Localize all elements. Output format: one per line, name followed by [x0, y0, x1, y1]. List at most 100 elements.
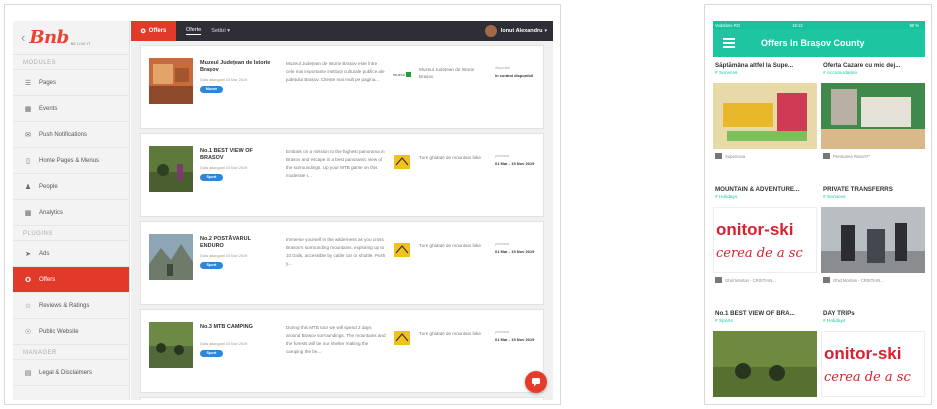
tile-title: DAY TRIPs: [823, 310, 855, 317]
chevron-down-icon: ▾: [227, 28, 230, 34]
status-bar: Vodafone RO 19:13 90 %: [713, 21, 925, 29]
mail-icon: ✉: [25, 131, 31, 139]
offer-tile[interactable]: PRIVATE TRANSFERRS # Services Ghid Monta…: [821, 181, 925, 293]
offer-thumbnail: [149, 322, 193, 368]
logo[interactable]: Bnb: [29, 27, 69, 48]
owner-avatar: [823, 277, 830, 283]
tile-category: # Sports: [715, 319, 733, 324]
menu-icon[interactable]: [723, 36, 735, 51]
tab-oferte[interactable]: Oferte: [186, 27, 202, 35]
period-value: 01 Mar - 15 Nov 2019: [495, 337, 535, 342]
owner-avatar: [715, 277, 722, 283]
tab-setari[interactable]: Setări ▾: [211, 28, 230, 34]
tag-icon: ✪: [25, 276, 31, 284]
period-value: 01 Mar - 15 Nov 2019: [495, 161, 535, 166]
offer-date: Data adaugarii 03 Nov 2019: [200, 166, 248, 170]
list-icon: ☰: [24, 79, 32, 87]
tile-category: # Services: [823, 195, 846, 200]
offer-thumbnail: [149, 146, 193, 192]
page-title: Offers In Brașov County: [761, 38, 865, 48]
offer-card[interactable]: [140, 397, 544, 400]
offer-card[interactable]: Muzeul Județean de Istorie Brașov Data a…: [140, 45, 544, 129]
offer-title[interactable]: No.3 MTB CAMPING: [200, 324, 275, 331]
sidebar-item-ads[interactable]: ➤ Ads: [13, 241, 129, 267]
chart-icon: ▩: [24, 209, 32, 217]
offer-tile[interactable]: Oferta Cazare cu mic dej... # Accomodati…: [821, 57, 925, 169]
sidebar-item-pages[interactable]: ☰ Pages: [13, 70, 129, 96]
sidebar: ‹ Bnb BE LIVE IT MODULES ☰ Pages ▦ Events …: [13, 21, 130, 400]
offer-card[interactable]: No.2 POSTĂVARUL ENDURO Data adaugarii 03…: [140, 221, 544, 305]
user-name: Ionut Alexandru: [500, 28, 543, 34]
sidebar-item-events[interactable]: ▦ Events: [13, 96, 129, 122]
carrier: Vodafone RO: [715, 22, 741, 28]
tile-title: PRIVATE TRANSFERRS: [823, 186, 893, 193]
sidebar-item-reviews[interactable]: ☆ Reviews & Ratings: [13, 293, 129, 319]
calendar-icon: ▦: [24, 105, 32, 113]
partner-logo: [391, 154, 413, 170]
sidebar-item-push-notifications[interactable]: ✉ Push Notifications: [13, 122, 129, 148]
review-icon: ☆: [24, 302, 32, 310]
mobile-screenshot: Vodafone RO 19:13 90 % Offers In Brașov …: [704, 4, 932, 405]
banner-text: onitor-ski: [716, 220, 794, 239]
sidebar-item-legal[interactable]: ▤ Legal & Disclaimers: [13, 360, 129, 386]
offer-tag: Muzee: [200, 86, 223, 93]
offers-grid: Săptămâna altfel la Supe... # Services S…: [713, 57, 925, 404]
logo-row: ‹ Bnb BE LIVE IT: [13, 21, 129, 55]
offer-tile[interactable]: No.1 BEST VIEW OF BRA... # Sports: [713, 305, 817, 404]
avatar: [484, 25, 497, 37]
tile-category: # Accomodation: [823, 71, 858, 76]
tile-category: # Services: [715, 71, 738, 76]
banner-text: cerea de a sc: [716, 246, 803, 261]
offers-list: Muzeul Județean de Istorie Brașov Data a…: [131, 41, 553, 400]
sidebar-item-analytics[interactable]: ▩ Analytics: [13, 200, 129, 226]
offer-tile[interactable]: MOUNTAIN & ADVENTURE... # Holidays onito…: [713, 181, 817, 293]
offer-card[interactable]: No.1 BEST VIEW OF BRASOV Data adaugarii …: [140, 133, 544, 217]
top-bar: ✪ Offers Oferte Setări ▾ Ionut Alexandru …: [131, 21, 553, 41]
offer-thumbnail: [149, 58, 193, 104]
offer-thumbnail: [149, 234, 193, 280]
sidebar-item-public-website[interactable]: ☉ Public Website: [13, 319, 129, 345]
offer-tile[interactable]: Săptămâna altfel la Supe... # Services S…: [713, 57, 817, 169]
section-modules: MODULES: [13, 55, 129, 70]
partner-logo: muzeu: [391, 66, 413, 82]
phone-icon: ▯: [26, 157, 30, 165]
tile-owner: Ghid Montan - CRISTIAN...: [821, 277, 884, 283]
logo-subtitle: BE LIVE IT: [70, 41, 91, 46]
period-label: disponibil: [495, 66, 510, 70]
back-icon[interactable]: ‹: [21, 30, 25, 45]
offer-card[interactable]: No.3 MTB CAMPING Data adaugarii 03 Nov 2…: [140, 309, 544, 393]
tile-title: Oferta Cazare cu mic dej...: [823, 62, 901, 69]
tile-image: [821, 83, 925, 149]
tile-image: [713, 331, 817, 397]
sidebar-item-people[interactable]: ♟ People: [13, 174, 129, 200]
offer-title[interactable]: No.1 BEST VIEW OF BRASOV: [200, 148, 275, 161]
period-value: în curând disponibil: [495, 73, 533, 78]
sidebar-item-home-pages[interactable]: ▯ Home Pages & Menus: [13, 148, 129, 174]
partner-name: Ture ghidate de mountain bike: [419, 331, 481, 336]
chat-button[interactable]: [525, 371, 547, 393]
offer-tag: Sport: [200, 262, 223, 269]
offer-title[interactable]: No.2 POSTĂVARUL ENDURO: [200, 236, 275, 249]
tile-owner: Ghid Montan - CRISTIAN...: [713, 277, 776, 283]
tile-image: onitor-ski cerea de a sc: [821, 331, 925, 397]
globe-icon: ☉: [24, 328, 32, 336]
banner-text: cerea de a sc: [824, 370, 911, 385]
offer-tile[interactable]: DAY TRIPs # Holidays onitor-ski cerea de…: [821, 305, 925, 404]
period-label: perioada: [495, 330, 509, 334]
period-value: 01 Mar - 15 Nov 2019: [495, 249, 535, 254]
user-menu[interactable]: Ionut Alexandru ▾: [484, 25, 553, 37]
banner-text: onitor-ski: [824, 344, 902, 363]
tile-title: MOUNTAIN & ADVENTURE...: [715, 186, 800, 193]
tile-image: [713, 83, 817, 149]
sidebar-item-offers[interactable]: ✪ Offers: [13, 267, 129, 293]
partner-logo: [391, 242, 413, 258]
tile-category: # Holidays: [715, 195, 738, 200]
tile-title: Săptămâna altfel la Supe...: [715, 62, 794, 69]
partner-name: Ture ghidate de mountain bike: [419, 243, 481, 248]
offer-title[interactable]: Muzeul Județean de Istorie Brașov: [200, 60, 275, 73]
tile-image: [821, 207, 925, 273]
megaphone-icon: ➤: [25, 250, 31, 258]
offers-brand[interactable]: ✪ Offers: [131, 21, 176, 41]
offer-description: Immerse yourself in the wilderness as yo…: [286, 237, 386, 266]
chat-icon: [532, 378, 540, 387]
